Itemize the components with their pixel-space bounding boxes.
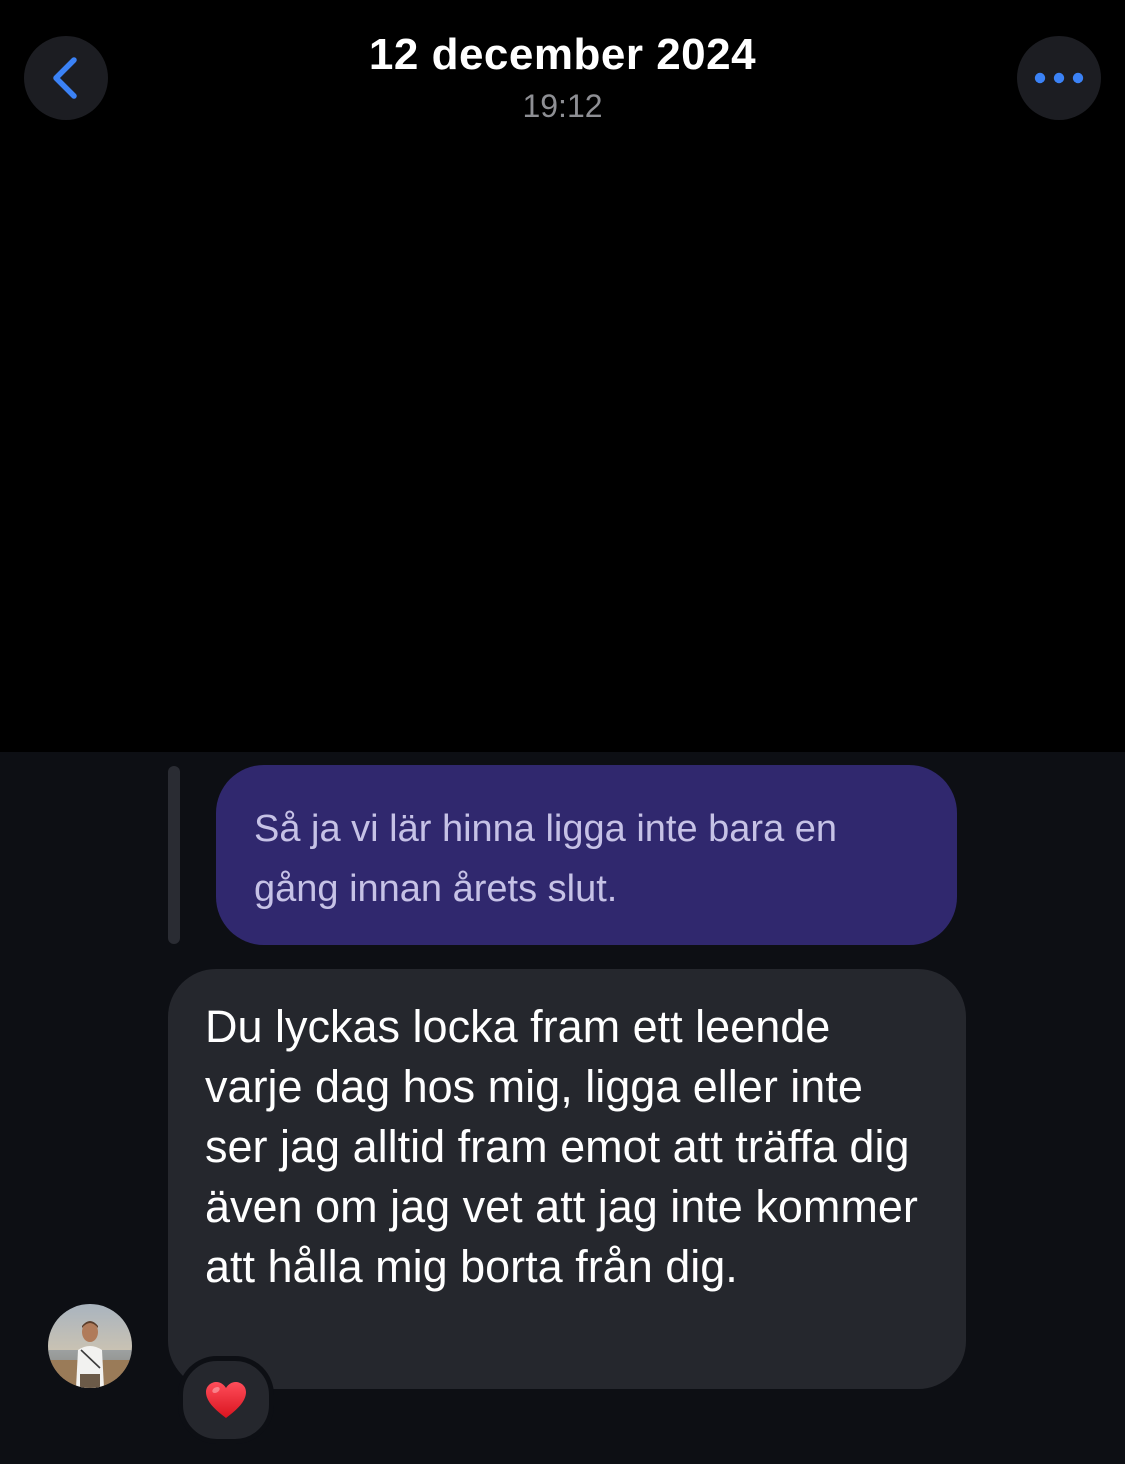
message-thread: Så ja vi lär hinna ligga inte bara en gå… — [0, 752, 1125, 1464]
ellipsis-icon — [1034, 72, 1084, 84]
reply-indicator-bar — [168, 766, 180, 944]
conversation-header: 12 december 2024 19:12 — [0, 0, 1125, 752]
quoted-message-text: Så ja vi lär hinna ligga inte bara en gå… — [254, 808, 838, 910]
conversation-time-subtitle: 19:12 — [522, 88, 603, 124]
heart-reaction-icon — [206, 1382, 246, 1418]
incoming-message-text: Du lyckas locka fram ett leende varje da… — [205, 1001, 918, 1292]
profile-avatar — [48, 1304, 132, 1388]
incoming-message-bubble[interactable]: Du lyckas locka fram ett leende varje da… — [168, 969, 966, 1389]
more-options-button[interactable] — [1017, 36, 1101, 120]
sender-avatar[interactable] — [48, 1304, 132, 1388]
quoted-message-bubble[interactable]: Så ja vi lär hinna ligga inte bara en gå… — [216, 765, 957, 945]
conversation-date-title: 12 december 2024 — [368, 30, 757, 79]
heart-reaction[interactable] — [178, 1356, 274, 1444]
